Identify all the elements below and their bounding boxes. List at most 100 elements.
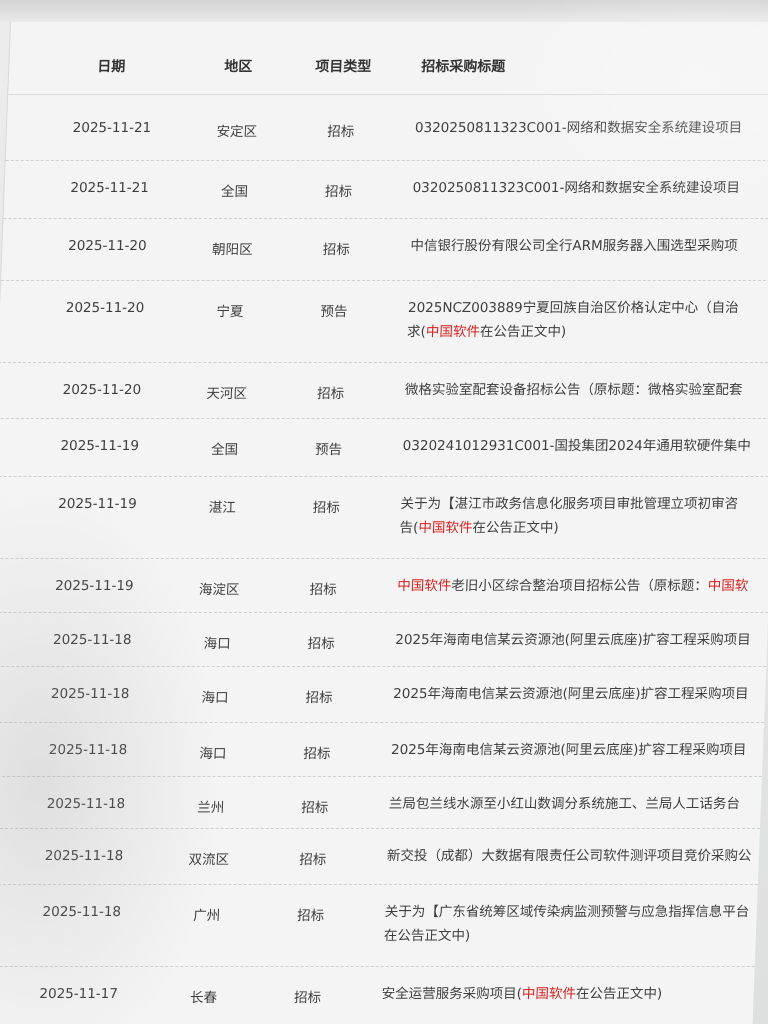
cell-type: 招标 <box>293 990 322 1006</box>
title-line: 2025年海南电信某云资源池(阿里云底座)扩容工程采购项目 <box>393 682 768 706</box>
cell-title-link[interactable]: 中国软件老旧小区综合整治项目招标公告（原标题：中国软 <box>397 574 768 598</box>
table-row[interactable]: 2025-11-18 兰州 招标 兰局包兰线水源至小红山数调分系统施工、兰局人工话务台 <box>0 776 763 829</box>
cell-title-link[interactable]: 2025年海南电信某云资源池(阿里云底座)扩容工程采购项目 <box>393 682 768 706</box>
cell-region: 广州 <box>192 908 221 924</box>
cell-title-link[interactable]: 关于为【广东省统筹区域传染病监测预警与应急指挥信息平台在公告正文中) <box>383 900 765 948</box>
title-line: 2025年海南电信某云资源池(阿里云底座)扩容工程采购项目 <box>391 738 768 762</box>
title-line: 求(中国软件在公告正文中) <box>407 320 768 344</box>
cell-date: 2025-11-21 <box>70 180 150 196</box>
cell-title-link[interactable]: 新交投（成都）大数据有限责任公司软件测评项目竞价采购公 <box>386 844 767 868</box>
cell-type: 招标 <box>303 746 331 762</box>
cell-type: 招标 <box>326 124 355 140</box>
cell-region: 海口 <box>201 690 229 706</box>
table-row[interactable]: 2025-11-19 湛江 招标 关于为【湛江市政务信息化服务项目审批管理立项初审咨告… <box>0 476 768 559</box>
cell-date: 2025-11-18 <box>50 686 130 702</box>
cell-type: 招标 <box>309 582 337 598</box>
header-type: 项目类型 <box>314 59 372 75</box>
title-line: 2025年海南电信某云资源池(阿里云底座)扩容工程采购项目 <box>395 628 768 652</box>
title-text: 0320241012931C001-国投集团2024年通用软硬件集中 <box>402 438 752 454</box>
keyword-highlight: 中国软件 <box>397 578 452 594</box>
cell-date: 2025-11-20 <box>65 300 145 316</box>
cell-date: 2025-11-18 <box>48 742 128 758</box>
cell-date: 2025-11-18 <box>46 796 126 812</box>
title-line: 0320250811323C001-网络和数据安全系统建设项目 <box>414 116 768 140</box>
title-text: 关于为【湛江市政务信息化服务项目审批管理立项初审咨 <box>400 496 739 512</box>
table-row[interactable]: 2025-11-18 广州 招标 关于为【广东省统筹区域传染病监测预警与应急指挥信息平… <box>0 884 758 967</box>
title-text: 在公告正文中) <box>383 928 471 944</box>
cell-title-link[interactable]: 0320250811323C001-网络和数据安全系统建设项目 <box>412 176 768 200</box>
header-region: 地区 <box>223 59 253 75</box>
title-text: 0320250811323C001-网络和数据安全系统建设项目 <box>414 120 743 136</box>
keyword-highlight: 中国软件 <box>425 324 481 340</box>
cell-region: 海口 <box>199 746 227 762</box>
table-row[interactable]: 2025-11-18 海口 招标 2025年海南电信某云资源池(阿里云底座)扩容工程采… <box>0 612 768 667</box>
cell-title-link[interactable]: 2025年海南电信某云资源池(阿里云底座)扩容工程采购项目 <box>391 738 768 762</box>
cell-type: 招标 <box>300 800 329 816</box>
title-text: 新交投（成都）大数据有限责任公司软件测评项目竞价采购公 <box>386 848 752 864</box>
cell-region: 双流区 <box>188 852 230 868</box>
header-date: 日期 <box>96 59 126 75</box>
title-text: 2025年海南电信某云资源池(阿里云底座)扩容工程采购项目 <box>392 686 749 702</box>
table-row[interactable]: 2025-11-18 海口 招标 2025年海南电信某云资源池(阿里云底座)扩容工程采… <box>0 666 768 723</box>
title-text: 在公告正文中) <box>479 324 567 340</box>
table-row[interactable]: 2025-11-21 全国 招标 0320250811323C001-网络和数据安全系… <box>3 160 768 219</box>
title-line: 新交投（成都）大数据有限责任公司软件测评项目竞价采购公 <box>386 844 767 868</box>
monitor-bezel <box>0 0 768 22</box>
cell-type: 招标 <box>298 852 327 868</box>
cell-date: 2025-11-19 <box>54 578 134 594</box>
cell-type: 招标 <box>296 908 325 924</box>
cell-region: 长春 <box>189 990 218 1006</box>
title-line: 兰局包兰线水源至小红山数调分系统施工、兰局人工话务台 <box>388 792 768 816</box>
title-line: 在公告正文中) <box>383 924 764 948</box>
cell-type: 招标 <box>307 636 335 652</box>
cell-title-link[interactable]: 中信银行股份有限公司全行ARM服务器入围选型采购项 <box>410 234 768 258</box>
title-text: 2025年海南电信某云资源池(阿里云底座)扩容工程采购项目 <box>394 632 751 648</box>
title-line: 告(中国软件在公告正文中) <box>399 516 768 540</box>
table-row[interactable]: 2025-11-17 长春 招标 安全运营服务采购项目(中国软件在公告正文中) <box>0 966 755 1024</box>
cell-date: 2025-11-17 <box>39 986 119 1002</box>
title-line: 微格实验室配套设备招标公告（原标题：微格实验室配套 <box>404 378 768 402</box>
cell-title-link[interactable]: 安全运营服务采购项目(中国软件在公告正文中) <box>381 982 762 1006</box>
title-text: 安全运营服务采购项目( <box>381 986 523 1002</box>
title-text: 2025NCZ003889宁夏回族自治区价格认定中心（自治 <box>407 300 739 316</box>
cell-date: 2025-11-19 <box>57 496 138 512</box>
cell-title-link[interactable]: 0320250811323C001-网络和数据安全系统建设项目 <box>414 116 768 140</box>
title-text: 老旧小区综合整治项目招标公告（原标题： <box>451 578 709 594</box>
title-text: 微格实验室配套设备招标公告（原标题：微格实验室配套 <box>404 382 743 398</box>
cell-title-link[interactable]: 关于为【湛江市政务信息化服务项目审批管理立项初审咨告(中国软件在公告正文中) <box>399 492 768 540</box>
table-row[interactable]: 2025-11-21 安定区 招标 0320250811323C001-网络和数据安全… <box>5 100 768 161</box>
table-header: 日期 地区 项目类型 招标采购标题 <box>8 22 768 95</box>
table-row[interactable]: 2025-11-20 天河区 招标 微格实验室配套设备招标公告（原标题：微格实验室配套 <box>0 362 768 419</box>
bid-table: 日期 地区 项目类型 招标采购标题 2025-11-21 安定区 招标 0320250… <box>0 22 768 1024</box>
screen: 日期 地区 项目类型 招标采购标题 2025-11-21 安定区 招标 0320250… <box>0 0 768 1024</box>
cell-region: 安定区 <box>216 124 258 140</box>
cell-region: 全国 <box>210 442 239 458</box>
cell-type: 预告 <box>314 442 343 458</box>
cell-date: 2025-11-20 <box>62 382 142 398</box>
title-line: 安全运营服务采购项目(中国软件在公告正文中) <box>381 982 762 1006</box>
cell-type: 预告 <box>320 304 348 320</box>
keyword-highlight: 中国软件 <box>521 986 577 1002</box>
cell-date: 2025-11-18 <box>52 632 132 648</box>
title-line: 关于为【广东省统筹区域传染病监测预警与应急指挥信息平台 <box>384 900 765 924</box>
table-row[interactable]: 2025-11-19 海淀区 招标 中国软件老旧小区综合整治项目招标公告（原标题：中国… <box>0 558 768 613</box>
title-line: 2025NCZ003889宁夏回族自治区价格认定中心（自治 <box>408 296 768 320</box>
table-row[interactable]: 2025-11-18 海口 招标 2025年海南电信某云资源池(阿里云底座)扩容工程采… <box>0 722 765 777</box>
table-row[interactable]: 2025-11-20 宁夏 预告 2025NCZ003889宁夏回族自治区价格认定中心… <box>0 280 768 363</box>
cell-title-link[interactable]: 2025年海南电信某云资源池(阿里云底座)扩容工程采购项目 <box>395 628 768 652</box>
cell-date: 2025-11-18 <box>42 904 122 920</box>
table-row[interactable]: 2025-11-19 全国 预告 0320241012931C001-国投集团2024… <box>0 418 768 477</box>
cell-title-link[interactable]: 2025NCZ003889宁夏回族自治区价格认定中心（自治求(中国软件在公告正文… <box>407 296 768 344</box>
table-row[interactable]: 2025-11-20 朝阳区 招标 中信银行股份有限公司全行ARM服务器入围选型采购项 <box>1 218 768 281</box>
cell-title-link[interactable]: 微格实验室配套设备招标公告（原标题：微格实验室配套 <box>404 378 768 402</box>
cell-region: 兰州 <box>196 800 225 816</box>
title-text: 0320250811323C001-网络和数据安全系统建设项目 <box>412 180 741 196</box>
cell-date: 2025-11-21 <box>72 120 152 136</box>
cell-region: 宁夏 <box>216 304 244 320</box>
cell-title-link[interactable]: 兰局包兰线水源至小红山数调分系统施工、兰局人工话务台 <box>388 792 768 816</box>
title-line: 0320241012931C001-国投集团2024年通用软硬件集中 <box>402 434 768 458</box>
keyword-highlight: 中国软件 <box>418 520 473 536</box>
cell-title-link[interactable]: 0320241012931C001-国投集团2024年通用软硬件集中 <box>402 434 768 458</box>
table-row[interactable]: 2025-11-18 双流区 招标 新交投（成都）大数据有限责任公司软件测评项目竞价采… <box>0 828 761 885</box>
cell-region: 海口 <box>203 636 231 652</box>
